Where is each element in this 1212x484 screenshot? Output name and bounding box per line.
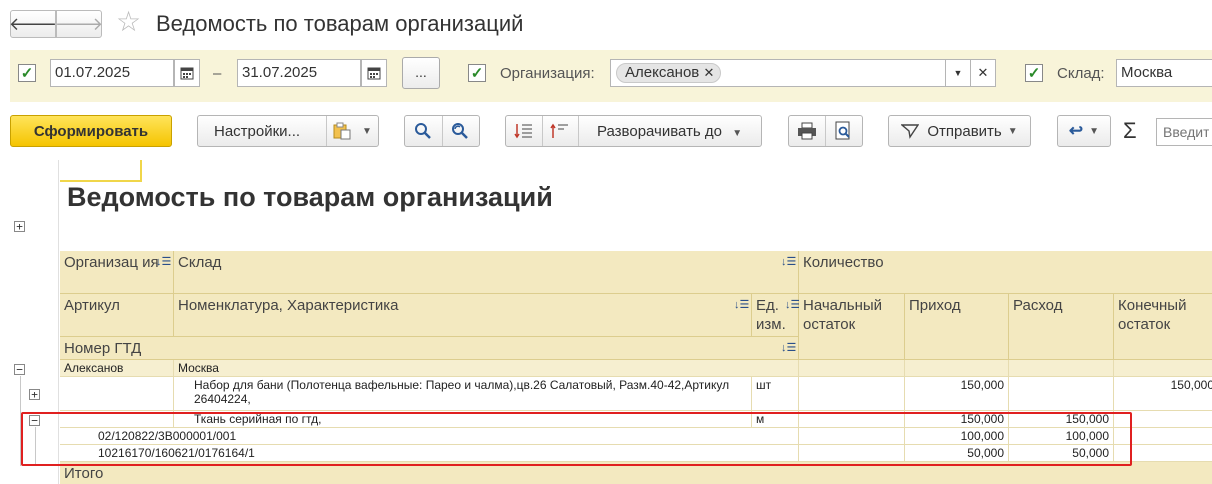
send-button[interactable]: Отправить ▼	[888, 115, 1031, 147]
checkmark-icon: ✓	[1027, 65, 1041, 82]
item-unit: шт	[752, 377, 799, 411]
arrow-left-icon: 🡐	[8, 13, 58, 34]
sort-icon[interactable]: ↓☰	[781, 341, 796, 354]
choose-period-button[interactable]: ...	[402, 57, 440, 89]
header-warehouse: Склад	[174, 251, 799, 294]
expand-title-icon[interactable]: +	[14, 221, 25, 232]
undo-icon: ↩	[1068, 121, 1084, 140]
print-icon[interactable]	[797, 122, 817, 145]
report-title: Ведомость по товарам организаций	[67, 182, 553, 212]
calendar-to-button[interactable]	[361, 59, 387, 87]
item-closing: 150,000	[1114, 377, 1212, 411]
organization-chip-label: Алексанов	[625, 64, 700, 81]
favorite-star-icon[interactable]: ☆	[116, 8, 141, 36]
print-preview-icon[interactable]	[835, 121, 853, 146]
expand-to-label: Разворачивать до	[597, 123, 723, 140]
date-separator: –	[213, 65, 222, 82]
search-icon[interactable]	[414, 122, 432, 145]
page-title: Ведомость по товарам организаций	[156, 11, 524, 36]
checkmark-icon: ✓	[470, 65, 484, 82]
caret-down-icon: ▼	[732, 128, 743, 139]
calendar-from-button[interactable]	[174, 59, 200, 87]
date-from-field[interactable]: 01.07.2025	[50, 59, 174, 87]
header-article: Артикул	[60, 294, 174, 337]
expand-to-button[interactable]: Разворачивать до ▼	[597, 123, 742, 140]
warehouse-label: Склад:	[1057, 65, 1105, 82]
selected-cell-marker	[60, 160, 142, 182]
send-icon	[901, 124, 920, 139]
header-income: Приход	[905, 294, 1009, 360]
table-row	[60, 377, 174, 411]
organization-label: Организация:	[500, 65, 595, 82]
checkmark-icon: ✓	[20, 65, 34, 82]
highlight-box	[21, 412, 1132, 466]
organization-dropdown-button[interactable]: ▼	[945, 59, 971, 87]
item-income: 150,000	[905, 377, 1009, 411]
header-opening: Начальный остаток	[799, 294, 905, 360]
header-quantity: Количество	[799, 251, 1212, 294]
sort-icon[interactable]: ↓☰	[781, 255, 796, 268]
header-expense: Расход	[1009, 294, 1114, 360]
expand-all-icon[interactable]	[550, 121, 570, 146]
collapse-group-icon[interactable]: −	[14, 364, 25, 375]
warehouse-checkbox[interactable]: ✓	[1025, 64, 1043, 82]
calendar-icon	[367, 67, 381, 80]
calendar-icon	[180, 67, 194, 80]
header-nomenclature: Номенклатура, Характеристика	[174, 294, 752, 337]
header-closing: Конечный остаток	[1114, 294, 1212, 360]
item-expense	[1009, 377, 1114, 411]
remove-icon[interactable]: ✕	[703, 65, 714, 80]
clear-icon: ✕	[977, 65, 989, 80]
caret-down-icon: ▼	[1007, 125, 1018, 137]
generate-button[interactable]: Сформировать	[10, 115, 172, 147]
organization-chip[interactable]: Алексанов ✕	[616, 63, 722, 83]
organization-clear-button[interactable]: ✕	[970, 59, 996, 87]
sum-icon[interactable]: Σ	[1123, 118, 1137, 144]
organization-checkbox[interactable]: ✓	[468, 64, 486, 82]
sort-icon[interactable]: ↓☰	[156, 255, 171, 268]
settings-label: Настройки...	[214, 122, 301, 140]
variant-caret-icon[interactable]: ▼	[362, 126, 372, 137]
date-to-field[interactable]: 31.07.2025	[237, 59, 361, 87]
warehouse-field[interactable]: Москва	[1116, 59, 1212, 87]
sort-icon[interactable]: ↓☰	[734, 298, 749, 311]
caret-down-icon: ▼	[1089, 125, 1100, 137]
caret-down-icon: ▼	[953, 68, 963, 78]
undo-button[interactable]: ↩ ▼	[1057, 115, 1111, 147]
expand-row-icon[interactable]: +	[29, 389, 40, 400]
header-gtd: Номер ГТД	[60, 337, 799, 360]
arrow-right-icon: 🡒	[54, 13, 104, 34]
search-cancel-icon[interactable]	[451, 122, 469, 145]
collapse-all-icon[interactable]	[514, 121, 534, 146]
period-checkbox[interactable]: ✓	[18, 64, 36, 82]
item-name: Набор для бани (Полотенца вафельные: Пар…	[174, 377, 752, 411]
group-organization: Алексанов	[60, 360, 174, 377]
forward-button[interactable]: 🡒	[54, 10, 104, 38]
report-area: Ведомость по товарам организаций + − + −…	[10, 160, 1212, 484]
variant-icon[interactable]	[333, 122, 355, 145]
send-label: Отправить	[927, 122, 1002, 140]
search-input[interactable]	[1156, 118, 1212, 146]
back-button[interactable]: 🡐	[8, 10, 58, 38]
group-warehouse: Москва	[174, 360, 799, 377]
